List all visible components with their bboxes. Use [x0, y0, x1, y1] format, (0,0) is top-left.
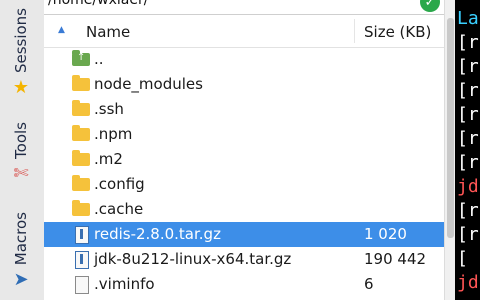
scrollbar-thumb[interactable] [447, 18, 454, 238]
side-tab-strip: Sessions ★ Tools ✄ Macros ➤ [0, 0, 45, 300]
file-size: 1 020 [364, 225, 407, 243]
checkmark-icon[interactable]: ✓ [420, 0, 440, 12]
star-icon: ★ [12, 77, 30, 99]
terminal-line: [r [457, 104, 479, 125]
parent-folder-icon: ↑ [72, 50, 90, 67]
file-name: node_modules [94, 75, 203, 93]
tools-icon: ✄ [13, 162, 29, 184]
file-size: 190 442 [364, 250, 427, 268]
terminal-line: [ [457, 248, 468, 269]
file-row[interactable]: .m2 [44, 147, 444, 172]
terminal-line: [r [457, 32, 479, 53]
file-size: 6 [364, 275, 374, 293]
file-name: .npm [94, 125, 133, 143]
file-name: .m2 [94, 150, 123, 168]
folder-icon [72, 100, 90, 117]
column-size[interactable]: Size (KB) [364, 23, 431, 41]
send-icon: ➤ [13, 269, 29, 291]
file-row[interactable]: .config [44, 172, 444, 197]
sessions-tab[interactable]: Sessions ★ [4, 8, 38, 97]
folder-icon [72, 175, 90, 192]
terminal-line: [r [457, 56, 479, 77]
terminal-line: [r [457, 152, 479, 173]
file-name: .config [94, 175, 145, 193]
path-input[interactable]: /home/wxiaer/ [48, 0, 148, 8]
terminal-line: La [457, 8, 479, 29]
terminal-panel[interactable]: La [r [r [r [r [r [r jd [r [r [ jd [455, 0, 480, 300]
folder-icon [72, 200, 90, 217]
folder-icon [72, 150, 90, 167]
file-row[interactable]: ↑.. [44, 47, 444, 72]
macros-tab[interactable]: Macros ➤ [4, 212, 38, 289]
terminal-line: [r [457, 80, 479, 101]
file-icon [72, 276, 90, 294]
file-name: .ssh [94, 100, 124, 118]
macros-tab-label: Macros [12, 212, 30, 266]
path-bar[interactable]: /home/wxiaer/ ✓ [44, 0, 444, 15]
file-name: .cache [94, 200, 144, 218]
column-name[interactable]: Name [86, 23, 130, 41]
file-row[interactable]: .npm [44, 122, 444, 147]
file-name: jdk-8u212-linux-x64.tar.gz [94, 250, 292, 268]
terminal-line: [r [457, 128, 479, 149]
sessions-tab-label: Sessions [12, 8, 30, 74]
file-browser: ▲ Name Size (KB) ↑.. node_modules .ssh .npm… [44, 15, 444, 300]
terminal-line: jd [457, 176, 479, 197]
file-row[interactable]: .viminfo 6 [44, 272, 444, 297]
file-row[interactable]: .ssh [44, 97, 444, 122]
tools-tab[interactable]: Tools ✄ [4, 122, 38, 183]
terminal-line: [r [457, 224, 479, 245]
column-divider [354, 19, 355, 43]
archive-file-icon [72, 251, 90, 269]
archive-file-icon [72, 226, 90, 244]
folder-icon [72, 75, 90, 92]
file-row[interactable]: jdk-8u212-linux-x64.tar.gz 190 442 [44, 247, 444, 272]
file-list: ↑.. node_modules .ssh .npm .m2 .config .cache r… [44, 47, 444, 297]
terminal-line: [r [457, 200, 479, 221]
tools-tab-label: Tools [12, 122, 30, 159]
file-name: redis-2.8.0.tar.gz [94, 225, 221, 243]
file-name: .viminfo [94, 275, 155, 293]
file-row[interactable]: redis-2.8.0.tar.gz 1 020 [44, 222, 444, 247]
folder-icon [72, 125, 90, 142]
file-row[interactable]: .cache [44, 197, 444, 222]
sort-up-icon[interactable]: ▲ [58, 25, 65, 35]
file-row[interactable]: node_modules [44, 72, 444, 97]
file-list-header: ▲ Name Size (KB) [44, 15, 444, 48]
terminal-line: jd [457, 272, 479, 293]
file-name: .. [94, 50, 104, 68]
